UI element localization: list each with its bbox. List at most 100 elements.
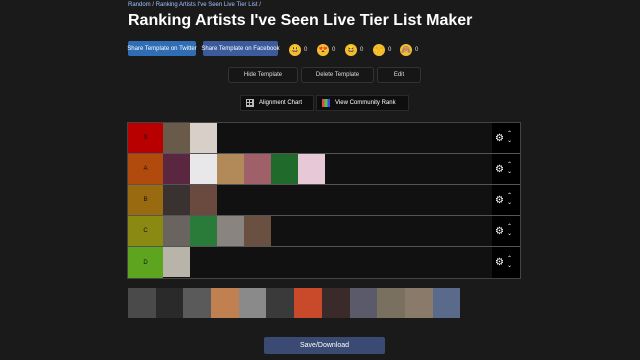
raised-hands-emoji-icon: 🙌 [373, 43, 385, 56]
tier-list: S ⚙ ⌃ ⌄ A ⚙ ⌃ ⌄ B ⚙ ⌃ ⌄ C ⚙ ⌃ ⌄ D ⚙ ⌃ ⌄ [127, 122, 521, 279]
breadcrumb-list-link[interactable]: Ranking Artists I've Seen Live Tier List [156, 2, 258, 8]
artist-image[interactable] [321, 288, 350, 318]
move-down-icon[interactable]: ⌄ [507, 169, 512, 176]
unranked-items-pool [128, 288, 461, 318]
artist-image[interactable] [163, 123, 190, 153]
page-title: Ranking Artists I've Seen Live Tier List… [128, 12, 473, 29]
view-community-rank-button[interactable]: View Community Rank [316, 95, 409, 111]
move-up-icon[interactable]: ⌃ [507, 256, 512, 263]
breadcrumb-random-link[interactable]: Random [128, 2, 151, 8]
artist-image[interactable] [377, 288, 405, 318]
tier-row-controls: ⚙ ⌃ ⌄ [492, 185, 520, 215]
move-down-icon[interactable]: ⌄ [507, 231, 512, 238]
reaction-count: 0 [360, 46, 364, 53]
tier-row-a: A ⚙ ⌃ ⌄ [128, 154, 520, 185]
tier-row-controls: ⚙ ⌃ ⌄ [492, 123, 520, 153]
artist-image[interactable] [128, 288, 156, 318]
artist-image[interactable] [190, 185, 217, 215]
reaction-count: 0 [304, 46, 308, 53]
alignment-chart-button[interactable]: Alignment Chart [240, 95, 314, 111]
gear-icon[interactable]: ⚙ [495, 226, 504, 237]
reorder-arrows: ⌃ ⌄ [507, 224, 512, 238]
tier-items [163, 247, 190, 278]
community-rank-icon [322, 99, 330, 107]
reorder-arrows: ⌃ ⌄ [507, 131, 512, 145]
move-up-icon[interactable]: ⌃ [507, 162, 512, 169]
move-up-icon[interactable]: ⌃ [507, 224, 512, 231]
artist-image[interactable] [190, 216, 217, 246]
reorder-arrows: ⌃ ⌄ [507, 162, 512, 176]
reaction-count: 0 [332, 46, 336, 53]
gear-icon[interactable]: ⚙ [495, 164, 504, 175]
artist-image[interactable] [432, 288, 461, 318]
move-up-icon[interactable]: ⌃ [507, 193, 512, 200]
artist-image[interactable] [217, 216, 244, 246]
reorder-arrows: ⌃ ⌄ [507, 256, 512, 270]
save-download-button[interactable]: Save/Download [264, 337, 385, 354]
gear-icon[interactable]: ⚙ [495, 257, 504, 268]
reaction-button-0[interactable]: 😃 0 [289, 41, 319, 58]
artist-image[interactable] [298, 154, 325, 184]
artist-image[interactable] [238, 288, 267, 318]
reaction-button-3[interactable]: 🙌 0 [373, 41, 403, 58]
artist-image[interactable] [155, 288, 184, 318]
reaction-count: 0 [415, 46, 419, 53]
community-rank-label: View Community Rank [335, 100, 396, 106]
breadcrumb-sep-2: / [257, 2, 261, 8]
edit-button[interactable]: Edit [377, 67, 421, 83]
move-down-icon[interactable]: ⌄ [507, 138, 512, 145]
tier-row-c: C ⚙ ⌃ ⌄ [128, 216, 520, 247]
laugh-emoji-icon: 😆 [345, 43, 357, 56]
reorder-arrows: ⌃ ⌄ [507, 193, 512, 207]
artist-image[interactable] [217, 154, 244, 184]
tier-row-d: D ⚙ ⌃ ⌄ [128, 247, 520, 278]
gear-icon[interactable]: ⚙ [495, 133, 504, 144]
delete-template-button[interactable]: Delete Template [301, 67, 374, 83]
artist-image[interactable] [163, 247, 190, 277]
artist-image[interactable] [349, 288, 378, 318]
tier-items [163, 216, 271, 246]
tier-label[interactable]: B [128, 185, 163, 215]
artist-image[interactable] [190, 154, 217, 184]
artist-image[interactable] [244, 216, 271, 246]
artist-image[interactable] [163, 216, 190, 246]
tier-items [163, 123, 217, 153]
artist-image[interactable] [294, 288, 322, 318]
tier-items [163, 185, 217, 215]
reaction-button-4[interactable]: 🙈 0 [400, 41, 430, 58]
tier-label[interactable]: D [128, 247, 163, 278]
breadcrumb: Random / Ranking Artists I've Seen Live … [128, 2, 261, 8]
gear-icon[interactable]: ⚙ [495, 195, 504, 206]
share-twitter-button[interactable]: Share Template on Twitter [127, 41, 197, 56]
tier-row-controls: ⚙ ⌃ ⌄ [492, 247, 520, 278]
artist-image[interactable] [183, 288, 212, 318]
artist-image[interactable] [271, 154, 298, 184]
tier-label[interactable]: C [128, 216, 163, 246]
reaction-button-1[interactable]: 😍 0 [317, 41, 347, 58]
tier-row-s: S ⚙ ⌃ ⌄ [128, 123, 520, 154]
move-down-icon[interactable]: ⌄ [507, 200, 512, 207]
smile-emoji-icon: 😃 [289, 43, 301, 56]
alignment-chart-label: Alignment Chart [259, 100, 303, 106]
share-facebook-button[interactable]: Share Template on Facebook [201, 41, 280, 56]
reaction-button-2[interactable]: 😆 0 [345, 41, 375, 58]
tier-row-b: B ⚙ ⌃ ⌄ [128, 185, 520, 216]
artist-image[interactable] [211, 288, 239, 318]
move-up-icon[interactable]: ⌃ [507, 131, 512, 138]
artist-image[interactable] [404, 288, 433, 318]
tier-label[interactable]: S [128, 123, 163, 153]
artist-image[interactable] [190, 123, 217, 153]
artist-image[interactable] [266, 288, 295, 318]
tier-items [163, 154, 325, 184]
tier-label[interactable]: A [128, 154, 163, 184]
move-down-icon[interactable]: ⌄ [507, 263, 512, 270]
artist-image[interactable] [244, 154, 271, 184]
artist-image[interactable] [163, 154, 190, 184]
artist-image[interactable] [163, 185, 190, 215]
reaction-count: 0 [388, 46, 392, 53]
tier-row-controls: ⚙ ⌃ ⌄ [492, 216, 520, 246]
heart-eyes-emoji-icon: 😍 [317, 43, 329, 56]
tier-row-controls: ⚙ ⌃ ⌄ [492, 154, 520, 184]
hide-template-button[interactable]: Hide Template [228, 67, 298, 83]
grid-icon [246, 99, 254, 107]
